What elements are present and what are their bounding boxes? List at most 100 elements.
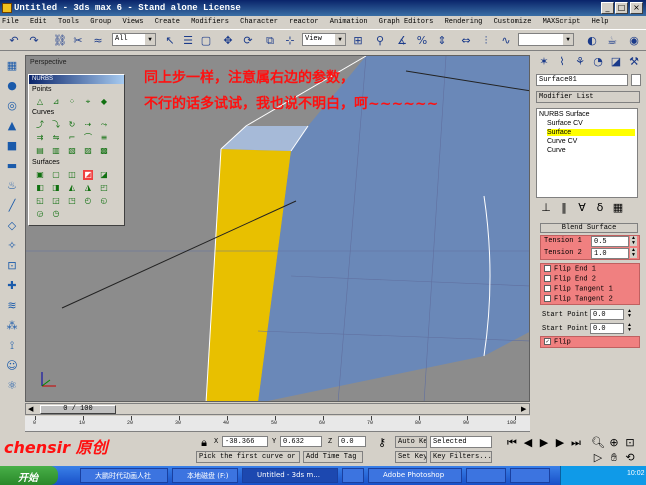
transform-surface-icon[interactable]: ◫ <box>67 170 77 180</box>
zoom-extents-icon[interactable]: ⊡ <box>622 435 638 451</box>
offset-curve-icon[interactable]: ⇉ <box>35 133 45 143</box>
menu-animation[interactable]: Animation <box>330 18 368 26</box>
key-filters-button[interactable]: Key Filters... <box>430 451 492 463</box>
task-button-3dsmax[interactable]: Untitled - 3ds m... <box>242 468 338 483</box>
bind-space-warp-icon[interactable]: ≈ <box>90 33 106 49</box>
cv-on-surface-icon[interactable]: ▨ <box>83 146 93 156</box>
shape-icon[interactable]: ◇ <box>4 218 20 234</box>
next-frame-icon[interactable]: ▶ <box>552 435 568 451</box>
reactor-icon[interactable]: ⚛ <box>4 378 20 394</box>
tension2-field[interactable]: 1.0 <box>591 248 629 259</box>
menu-rendering[interactable]: Rendering <box>445 18 483 26</box>
menu-views[interactable]: Views <box>122 18 143 26</box>
offset-surface-icon[interactable]: ◪ <box>99 170 109 180</box>
go-to-start-icon[interactable]: ⏮ <box>504 435 520 451</box>
mirror-surface-icon[interactable]: ◧ <box>35 183 45 193</box>
cv-surface-icon[interactable]: ▣ <box>35 170 45 180</box>
iso-curve-icon[interactable]: ≡ <box>99 133 109 143</box>
fuse-point-icon[interactable]: ◆ <box>99 97 109 107</box>
time-slider-thumb[interactable]: 0 / 100 <box>40 405 116 414</box>
u-loft-surface-icon[interactable]: ◱ <box>35 196 45 206</box>
named-selection-dropdown[interactable]: ▼ <box>518 33 574 46</box>
task-button-photoshop[interactable]: Adobe Photoshop <box>368 468 462 483</box>
pan-icon[interactable]: ✋︎ <box>606 450 622 466</box>
start-point1-field[interactable]: 0.0 <box>590 309 624 320</box>
menu-create[interactable]: Create <box>155 18 180 26</box>
point-surface-icon[interactable]: ▢ <box>51 170 61 180</box>
lock-selection-icon[interactable]: 🔒︎ <box>196 435 212 451</box>
object-name-field[interactable]: Surface01 <box>536 74 628 86</box>
vector-projected-curve-icon[interactable]: ▧ <box>67 146 77 156</box>
line-icon[interactable]: ╱ <box>4 198 20 214</box>
auto-key-button[interactable]: Auto Key <box>395 436 427 448</box>
biped-icon[interactable]: ☺ <box>4 358 20 374</box>
select-move-icon[interactable]: ✥ <box>220 33 236 49</box>
time-next-icon[interactable]: ▶ <box>521 405 526 413</box>
quick-render-icon[interactable]: ◉ <box>626 33 642 49</box>
align-icon[interactable]: ⫶ <box>478 33 494 49</box>
snap-toggle-icon[interactable]: ⚲ <box>372 33 388 49</box>
previous-frame-icon[interactable]: ◀ <box>520 435 536 451</box>
select-by-name-icon[interactable]: ☰ <box>180 33 196 49</box>
pivot-center-icon[interactable]: ⊞ <box>350 33 366 49</box>
stack-item-curve[interactable]: Curve <box>547 147 566 154</box>
rect-selection-icon[interactable]: ▢ <box>198 33 214 49</box>
particle-icon[interactable]: ⁂ <box>4 318 20 334</box>
pin-stack-icon[interactable]: ⊥ <box>538 200 554 216</box>
offset-point-icon[interactable]: ⊿ <box>51 97 61 107</box>
field-of-view-icon[interactable]: ▷ <box>590 450 606 466</box>
redo-icon[interactable]: ↷ <box>26 33 42 49</box>
menu-character[interactable]: Character <box>240 18 278 26</box>
menu-modifiers[interactable]: Modifiers <box>191 18 229 26</box>
time-prev-icon[interactable]: ◀ <box>28 405 33 413</box>
tension2-spinner[interactable]: ▲ ▼ <box>630 248 637 258</box>
viewport-label[interactable]: Perspective <box>30 59 67 66</box>
reference-coord-dropdown[interactable]: View ▼ <box>302 33 346 46</box>
flip-end2-checkbox[interactable]: Flip End 2 <box>544 275 596 283</box>
show-end-result-icon[interactable]: ‖ <box>556 200 572 216</box>
blend-surface-icon[interactable]: ◩ <box>83 170 93 180</box>
box-icon[interactable]: ■ <box>4 138 20 154</box>
stack-item-surface[interactable]: Surface <box>547 129 635 136</box>
fillet-surface-icon[interactable]: ◷ <box>51 209 61 219</box>
point-curve-icon[interactable]: ⤵ <box>51 120 61 130</box>
z-coordinate-field[interactable]: 0.0 <box>338 436 366 447</box>
app-icon[interactable] <box>2 3 12 13</box>
point-on-surface-icon[interactable]: ▩ <box>99 146 109 156</box>
task-button-6[interactable] <box>466 468 506 483</box>
surface-edge-curve-icon[interactable]: ▤ <box>35 146 45 156</box>
camera-icon[interactable]: ⊡ <box>4 258 20 274</box>
select-scale-icon[interactable]: ⧉ <box>262 33 278 49</box>
start-point2-spinner[interactable]: ▲ ▼ <box>626 323 633 333</box>
modifier-list-dropdown[interactable]: Modifier List <box>536 91 640 103</box>
multicurve-trim-icon[interactable]: ◶ <box>35 209 45 219</box>
stack-item-surface-cv[interactable]: Surface CV <box>547 120 583 127</box>
menu-maxscript[interactable]: MAXScript <box>543 18 581 26</box>
rail-sweep-2-icon[interactable]: ◴ <box>83 196 93 206</box>
task-button-4[interactable] <box>342 468 364 483</box>
surface-point-icon[interactable]: ⌖ <box>83 97 93 107</box>
fit-curve-icon[interactable]: ↻ <box>67 120 77 130</box>
material-editor-icon[interactable]: ◐ <box>584 33 600 49</box>
normal-projected-curve-icon[interactable]: ▥ <box>51 146 61 156</box>
curve-point-icon[interactable]: ⁘ <box>67 97 77 107</box>
unlink-icon[interactable]: ✂ <box>70 33 86 49</box>
menu-reactor[interactable]: reactor <box>289 18 318 26</box>
cv-curve-icon[interactable]: ⤴ <box>35 120 45 130</box>
track-bar[interactable]: 0 10 20 30 40 50 60 70 80 90 100 <box>25 416 530 432</box>
ruled-surface-icon[interactable]: ◮ <box>83 183 93 193</box>
menu-file[interactable]: File <box>2 18 19 26</box>
time-slider[interactable]: 0 / 100 ◀ ▶ <box>25 403 530 415</box>
minimize-button[interactable]: _ <box>601 2 614 14</box>
menu-group[interactable]: Group <box>90 18 111 26</box>
chamfer-curve-icon[interactable]: ⌐ <box>67 133 77 143</box>
extrude-surface-icon[interactable]: ◨ <box>51 183 61 193</box>
lathe-surface-icon[interactable]: ◭ <box>67 183 77 193</box>
selection-filter-dropdown[interactable]: All ▼ <box>112 33 156 46</box>
mirror-icon[interactable]: ⇔ <box>458 33 474 49</box>
clock[interactable]: 10:02 <box>627 470 645 477</box>
play-icon[interactable]: ▶ <box>536 435 552 451</box>
task-button-explorer[interactable]: 本地磁盘 (F:) <box>172 468 238 483</box>
stack-item-nurbs-surface[interactable]: NURBS Surface <box>539 111 590 118</box>
cylinder-icon[interactable]: ◎ <box>4 98 20 114</box>
